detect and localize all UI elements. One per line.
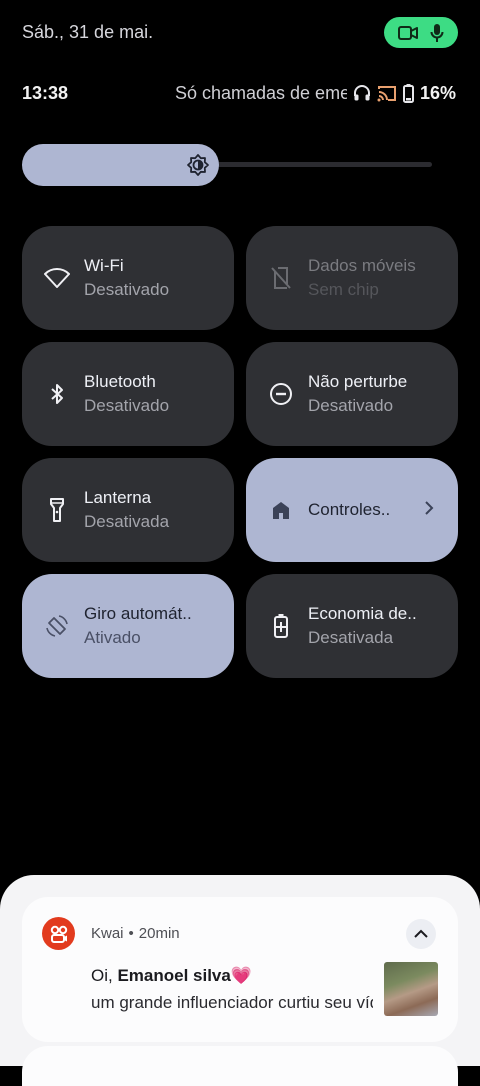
- notification-body-text: um grande influenciador curtiu seu vídeo: [91, 993, 373, 1012]
- tile-label: Wi-Fi: [84, 256, 124, 275]
- tile-label: Não perturbe: [308, 372, 408, 391]
- notification-meta: Kwai • 20min: [91, 925, 180, 942]
- battery-percentage: 16%: [419, 82, 456, 103]
- quick-settings-grid: Wi-Fi Desativado Dados móveis Sem chip B…: [22, 226, 459, 678]
- tile-state: Desativado: [308, 396, 394, 415]
- title-name: Emanoel silva💗: [117, 966, 253, 985]
- chevron-up-icon: [414, 929, 428, 938]
- kwai-app-icon: [42, 917, 75, 950]
- tile-battery-saver[interactable]: Economia de.. Desativada: [246, 574, 458, 678]
- tile-device-controls[interactable]: Controles..: [246, 458, 458, 562]
- notification-time: 20min: [138, 925, 180, 942]
- wifi-icon: [44, 268, 70, 288]
- kwai-logo-icon: [50, 925, 67, 943]
- tile-label: Economia de..: [308, 604, 417, 623]
- meta-separator: •: [128, 925, 134, 942]
- tile-state: Desativada: [308, 628, 394, 647]
- tile-flashlight[interactable]: Lanterna Desativada: [22, 458, 234, 562]
- tile-label: Bluetooth: [84, 372, 156, 391]
- flashlight-icon: [50, 498, 64, 522]
- tile-label: Giro automát..: [84, 604, 192, 623]
- battery-saver-icon: [274, 614, 288, 638]
- tile-label: Lanterna: [84, 488, 152, 507]
- home-icon: [273, 502, 289, 519]
- notification-body: um grande influenciador curtiu seu vídeo: [91, 993, 373, 1013]
- bluetooth-icon: [51, 384, 63, 404]
- tile-do-not-disturb[interactable]: Não perturbe Desativado: [246, 342, 458, 446]
- notification-thumbnail: [384, 962, 438, 1016]
- status-bar-right: Só chamadas de emergência 16%: [175, 82, 456, 104]
- brightness-slider[interactable]: [22, 144, 432, 186]
- clock[interactable]: 13:38: [22, 83, 68, 104]
- shade-date[interactable]: Sáb., 31 de mai.: [22, 22, 153, 43]
- microphone-icon: [430, 23, 444, 42]
- auto-rotate-icon: [46, 615, 68, 637]
- no-sim-icon: [271, 267, 291, 289]
- tile-state: Ativado: [84, 628, 141, 647]
- tile-label: Dados móveis: [308, 256, 416, 275]
- title-prefix: Oi,: [91, 966, 118, 985]
- notification-card-kwai[interactable]: Kwai • 20min Oi, Emanoel silva💗 um grand…: [22, 897, 458, 1042]
- chevron-right-icon: [425, 501, 434, 515]
- tile-mobile-data[interactable]: Dados móveis Sem chip: [246, 226, 458, 330]
- notification-title: Oi, Emanoel silva💗: [91, 966, 252, 986]
- tile-label: Controles..: [308, 500, 391, 519]
- tile-bluetooth[interactable]: Bluetooth Desativado: [22, 342, 234, 446]
- camera-icon: [398, 25, 418, 40]
- battery-icon: [402, 83, 414, 103]
- tile-state: Desativada: [84, 512, 170, 531]
- notification-app-name: Kwai: [91, 925, 124, 942]
- carrier-label: Só chamadas de emergência: [174, 82, 347, 103]
- brightness-icon: [187, 154, 209, 176]
- do-not-disturb-icon: [270, 383, 292, 405]
- tile-state: Sem chip: [308, 280, 379, 299]
- notification-card-next[interactable]: [22, 1046, 458, 1086]
- tile-wifi[interactable]: Wi-Fi Desativado: [22, 226, 234, 330]
- privacy-indicator-chip[interactable]: [384, 17, 458, 48]
- tile-state: Desativado: [84, 396, 170, 415]
- tile-state: Desativado: [84, 280, 170, 299]
- tile-auto-rotate[interactable]: Giro automát.. Ativado: [22, 574, 234, 678]
- cast-icon: [377, 85, 396, 101]
- headphones-icon: [353, 85, 370, 101]
- collapse-notification-button[interactable]: [406, 919, 436, 949]
